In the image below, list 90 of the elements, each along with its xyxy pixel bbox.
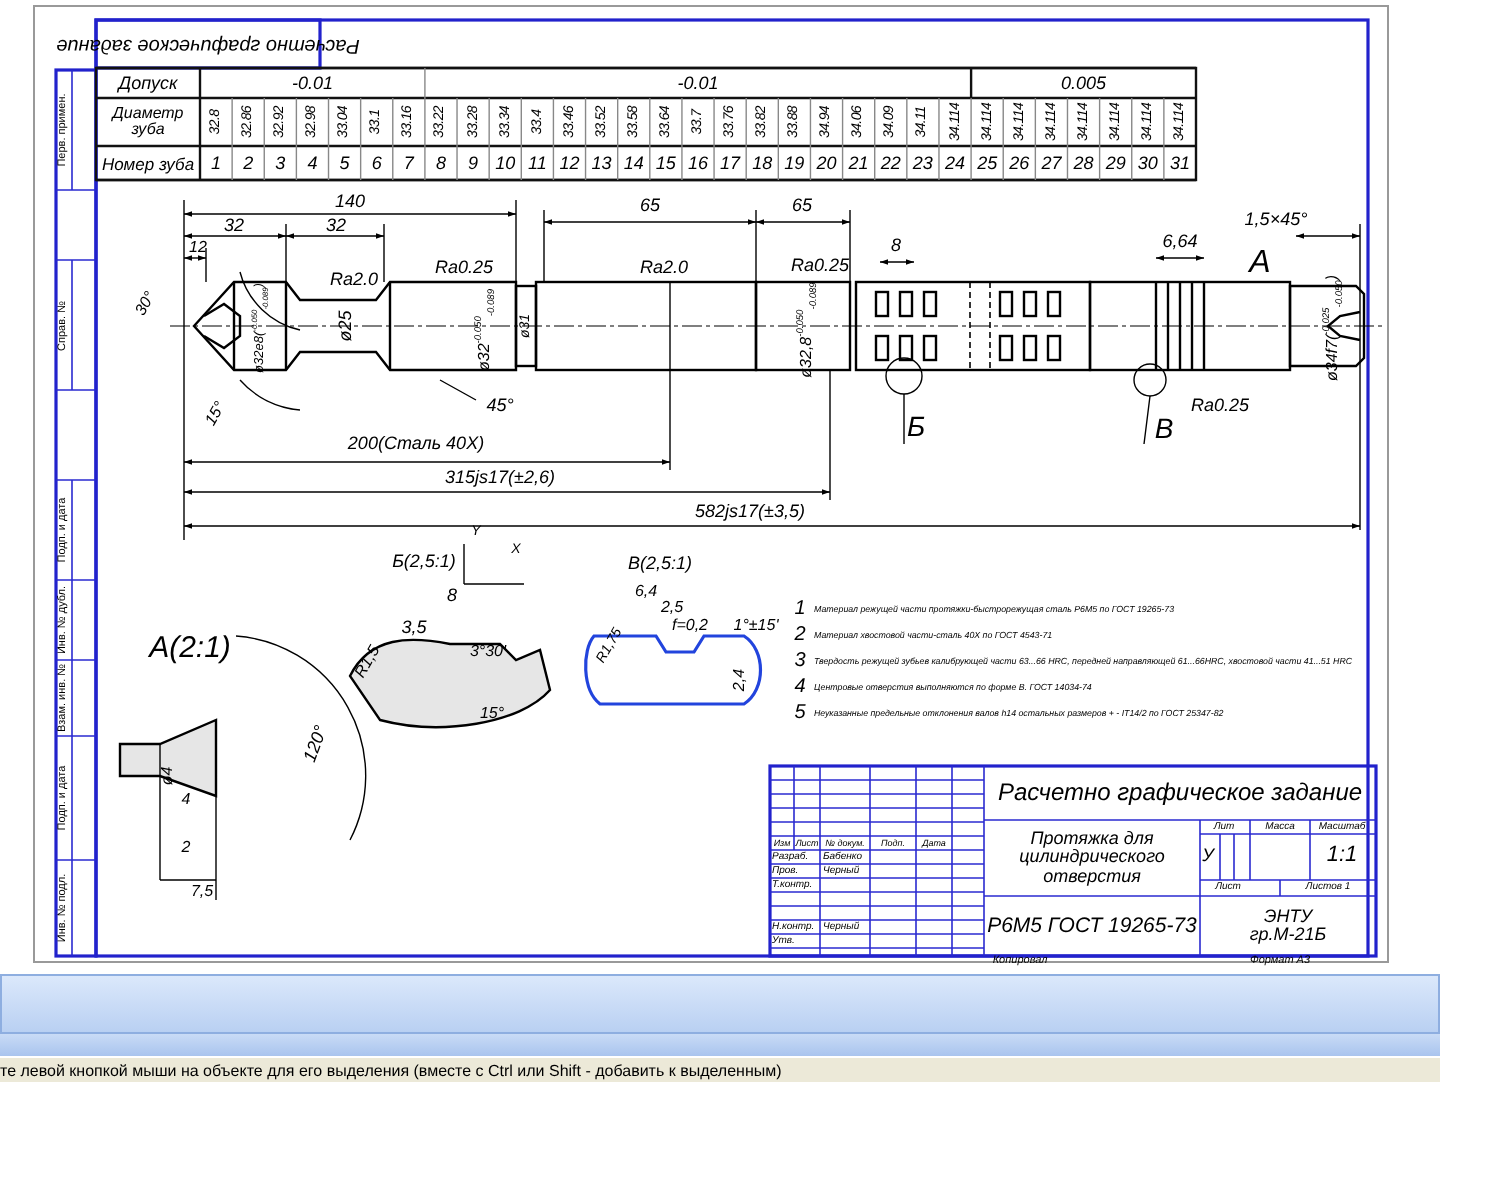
table-cell: 0.005 (1061, 74, 1107, 92)
part-name: Протяжка для цилиндрического отверстия (1017, 829, 1167, 887)
dimension-label: 1,5×45° (1244, 211, 1308, 229)
dimension-label: f=0,2 (672, 618, 708, 634)
table-cell: 14 (623, 154, 644, 172)
table-cell: 28 (1073, 154, 1094, 172)
dimension-label: 32 (224, 217, 244, 235)
dimension-label: 1°±15' (733, 618, 779, 634)
table-cell: 27 (1041, 154, 1062, 172)
table-cell: 23 (912, 154, 933, 172)
table-cell: 22 (880, 154, 901, 172)
dimension-label: 6,4 (634, 584, 658, 600)
dimension-label: 30° (133, 289, 159, 319)
note-number: 5 (794, 704, 806, 724)
dimension-label: 32 (326, 217, 346, 235)
dimension-label: 12 (189, 240, 207, 256)
dimension-label: 315js17(±2,6) (445, 469, 555, 487)
dimension-label: 15° (203, 399, 229, 429)
table-cell: 19 (784, 154, 805, 172)
table-cell: 29 (1105, 154, 1126, 172)
table-cell: 16 (688, 154, 708, 172)
dimension-label: 4 (181, 792, 191, 808)
note-number: 1 (794, 600, 806, 620)
table-cell: 11 (528, 154, 547, 172)
table-cell: 1:1 (1326, 845, 1358, 867)
dimension-label: Б (906, 412, 926, 440)
table-cell: 7 (403, 154, 414, 172)
dimension-label: А(2:1) (149, 633, 231, 663)
dimension-label: Ra2.0 (329, 271, 379, 289)
table-cell: 31 (1169, 154, 1190, 172)
dimension-label: 2 (181, 840, 191, 856)
table-cell: 9 (468, 154, 479, 172)
dimension-label: 140 (334, 193, 366, 211)
row-header: Допуск (118, 74, 178, 92)
dimension-label: В (1154, 414, 1174, 442)
status-text: те левой кнопкой мыши на объекте для его выделения (вместе с Ctrl или Shift - добавить к выделенным) (0, 1061, 782, 1079)
dimension-label: 2,4 (732, 668, 748, 692)
table-cell: 15 (655, 154, 676, 172)
table-cell: 13 (591, 154, 612, 172)
dimension-label: Ra2.0 (639, 259, 689, 277)
dimension-label: 8 (447, 587, 457, 605)
table-cell: У (1202, 847, 1214, 865)
table-cell: 5 (339, 154, 350, 172)
table-cell: 8 (435, 154, 446, 172)
dimension-label: 45° (486, 397, 514, 415)
dimension-label: 65 (792, 197, 812, 215)
dimension-label: 8 (891, 237, 901, 255)
dimension-label: В(2,5:1) (628, 555, 692, 573)
dimension-label: 120° (301, 723, 331, 765)
table-cell: 2 (243, 154, 254, 172)
mirrored-title: Расчетно графическое задание (56, 34, 360, 54)
dimension-label: 7,5 (190, 884, 214, 900)
dimension-label: 200(Сталь 40Х) (347, 435, 485, 453)
dimension-label: ø25 (337, 310, 355, 342)
dimension-label: 65 (640, 197, 660, 215)
dimension-label: Ra0.25 (790, 257, 850, 275)
dimension-label: 15° (479, 706, 505, 722)
note-number: 4 (794, 678, 806, 698)
table-cell: -0.01 (291, 74, 333, 92)
table-cell: 6 (371, 154, 382, 172)
organization-label: ЭНТУ гр.М-21Б (1247, 908, 1329, 944)
row-header: Диаметр зуба (109, 106, 186, 138)
row-header: Номер зуба (101, 154, 195, 172)
table-cell: 4 (307, 154, 318, 172)
table-cell: 17 (720, 154, 741, 172)
dimension-label: Ra0.25 (1190, 397, 1250, 415)
material-label: Р6М5 ГОСТ 19265-73 (987, 915, 1197, 937)
table-cell: 25 (977, 154, 998, 172)
dimension-label: А (1249, 248, 1271, 280)
table-cell: 12 (559, 154, 580, 172)
dimension-label: 2,5 (660, 600, 684, 616)
table-cell: -0.01 (677, 74, 719, 92)
dimension-label: 6,64 (1162, 233, 1198, 251)
dimension-label: Б(2,5:1) (392, 553, 456, 571)
table-cell: 30 (1137, 154, 1158, 172)
table-cell: 1 (211, 154, 222, 172)
dimension-label: 582js17(±3,5) (695, 503, 805, 521)
table-cell: 20 (816, 154, 837, 172)
note-number: 3 (794, 652, 806, 672)
dimension-label: 3,5 (401, 619, 427, 637)
table-cell: 24 (945, 154, 966, 172)
dimension-label: 3°30' (469, 644, 507, 660)
work-title: Расчетно графическое задание (997, 780, 1363, 804)
table-cell: 3 (275, 154, 286, 172)
dimension-label: Ra0.25 (434, 259, 494, 277)
note-number: 2 (794, 626, 806, 646)
table-cell: 18 (752, 154, 773, 172)
table-cell: 10 (495, 154, 516, 172)
table-cell: 26 (1009, 154, 1030, 172)
table-cell: 21 (848, 154, 869, 172)
